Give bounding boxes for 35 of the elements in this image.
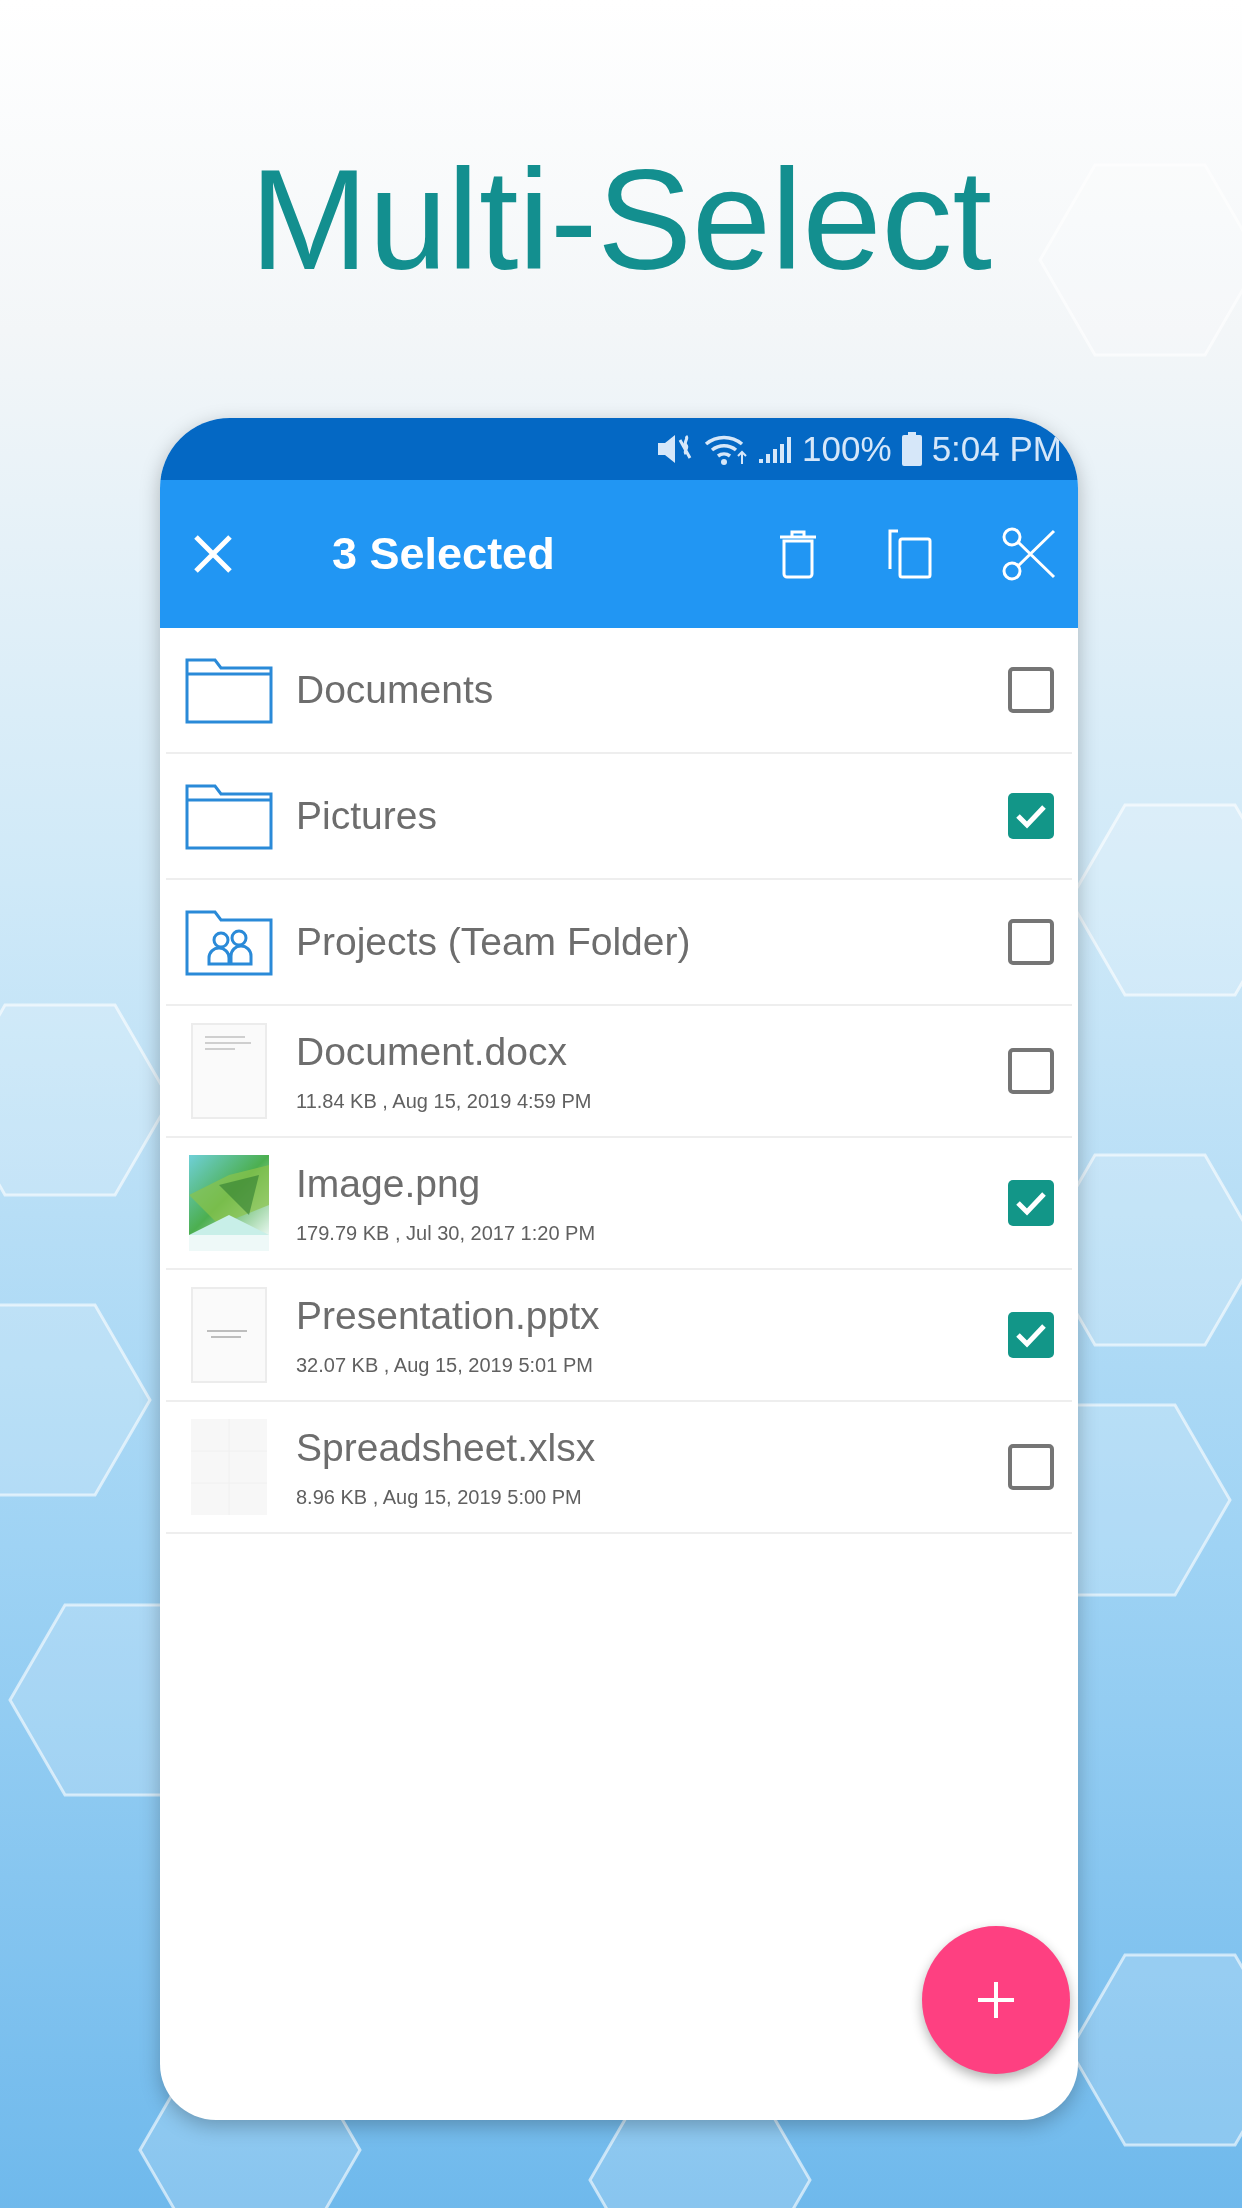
file-details: 32.07 KB , Aug 15, 2019 5:01 PM [296, 1353, 594, 1377]
battery-icon [901, 432, 922, 466]
file-name: Projects (Team Folder) [296, 920, 692, 964]
folder-icon [185, 656, 273, 724]
file-name: Presentation.pptx [296, 1293, 601, 1338]
file-name: Image.png [296, 1161, 482, 1206]
checkbox[interactable] [1008, 919, 1054, 965]
checkbox[interactable] [1008, 1444, 1054, 1490]
check-icon [1015, 1190, 1047, 1216]
check-icon [1015, 1322, 1047, 1348]
file-name: Documents [296, 668, 495, 712]
close-icon[interactable] [192, 533, 234, 575]
plus-icon [976, 1980, 1016, 2020]
headline: Multi-Select [250, 140, 992, 300]
checkbox[interactable] [1008, 1312, 1054, 1358]
file-name: Spreadsheet.xlsx [296, 1425, 597, 1470]
scissors-icon[interactable] [1002, 527, 1056, 581]
file-details: 179.79 KB , Jul 30, 2017 1:20 PM [296, 1221, 597, 1245]
trash-icon[interactable] [778, 529, 818, 579]
add-button[interactable] [922, 1926, 1070, 2074]
shared-folder-icon [185, 908, 273, 976]
checkbox[interactable] [1008, 793, 1054, 839]
checkbox[interactable] [1008, 1180, 1054, 1226]
file-details: 11.84 KB , Aug 15, 2019 4:59 PM [296, 1089, 593, 1113]
copy-icon[interactable] [888, 529, 932, 579]
battery-percentage: 100% [802, 429, 892, 469]
file-details: 8.96 KB , Aug 15, 2019 5:00 PM [296, 1485, 583, 1509]
folder-icon [185, 782, 273, 850]
selection-count-title: 3 Selected [332, 528, 556, 580]
checkbox[interactable] [1008, 1048, 1054, 1094]
clock: 5:04 PM [931, 429, 1062, 469]
file-name: Document.docx [296, 1029, 568, 1074]
checkbox[interactable] [1008, 667, 1054, 713]
file-name: Pictures [296, 794, 438, 838]
check-icon [1015, 803, 1047, 829]
